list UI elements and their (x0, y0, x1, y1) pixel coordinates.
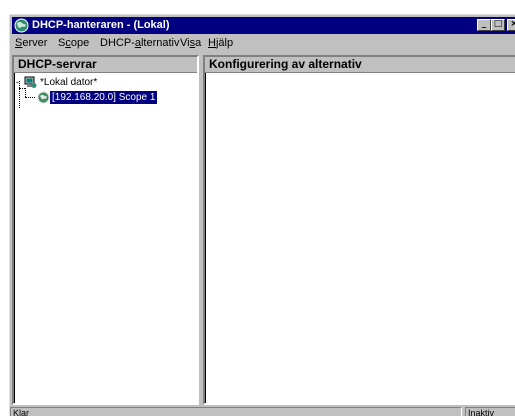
window-title: DHCP-hanteraren - (Lokal) (32, 19, 170, 31)
dhcp-servers-header: DHCP-servrar (14, 57, 197, 73)
options-configuration-pane[interactable]: Konfigurering av alternativ (203, 55, 515, 405)
tree-label-scope-1: [192.168.20.0] Scope 1 (50, 91, 158, 104)
maximize-button[interactable]: □ (491, 19, 505, 31)
menu-dhcp-alternativ[interactable]: DHCP-alternativ (100, 35, 180, 51)
pane-frame (14, 57, 197, 403)
tree-node-scope-1[interactable]: [192.168.20.0] Scope 1 (16, 91, 196, 104)
dhcp-globe-icon (14, 18, 29, 33)
minimize-button[interactable]: _ (477, 19, 491, 31)
menu-scope[interactable]: Scope (58, 35, 89, 51)
title-bar[interactable]: DHCP-hanteraren - (Lokal) _ □ × (12, 17, 515, 34)
options-configuration-header: Konfigurering av alternativ (205, 57, 515, 73)
tree-label-local-computer: *Lokal dator* (40, 77, 98, 88)
menu-visa[interactable]: Visa (180, 35, 201, 51)
menu-bar: Server Scope DHCP-alternativ Visa Hjälp (10, 35, 515, 51)
status-text: Klar (10, 407, 462, 416)
status-bar: Klar Inaktiv (10, 407, 515, 416)
menu-hjalp[interactable]: Hjälp (208, 35, 233, 51)
pane-frame (205, 57, 515, 403)
dhcp-manager-window: DHCP-hanteraren - (Lokal) _ □ × Server S… (9, 14, 515, 416)
dhcp-servers-pane[interactable]: DHCP-servrar - *Lokal dator* [192.168.20… (12, 55, 199, 405)
server-computer-icon (24, 76, 37, 89)
tree-expander[interactable]: - (16, 76, 19, 89)
scope-globe-icon (37, 91, 50, 104)
status-activity: Inaktiv (465, 407, 515, 416)
menu-server[interactable]: Server (15, 35, 47, 51)
tree-node-local-computer[interactable]: - *Lokal dator* (16, 76, 196, 89)
close-button[interactable]: × (507, 19, 515, 31)
